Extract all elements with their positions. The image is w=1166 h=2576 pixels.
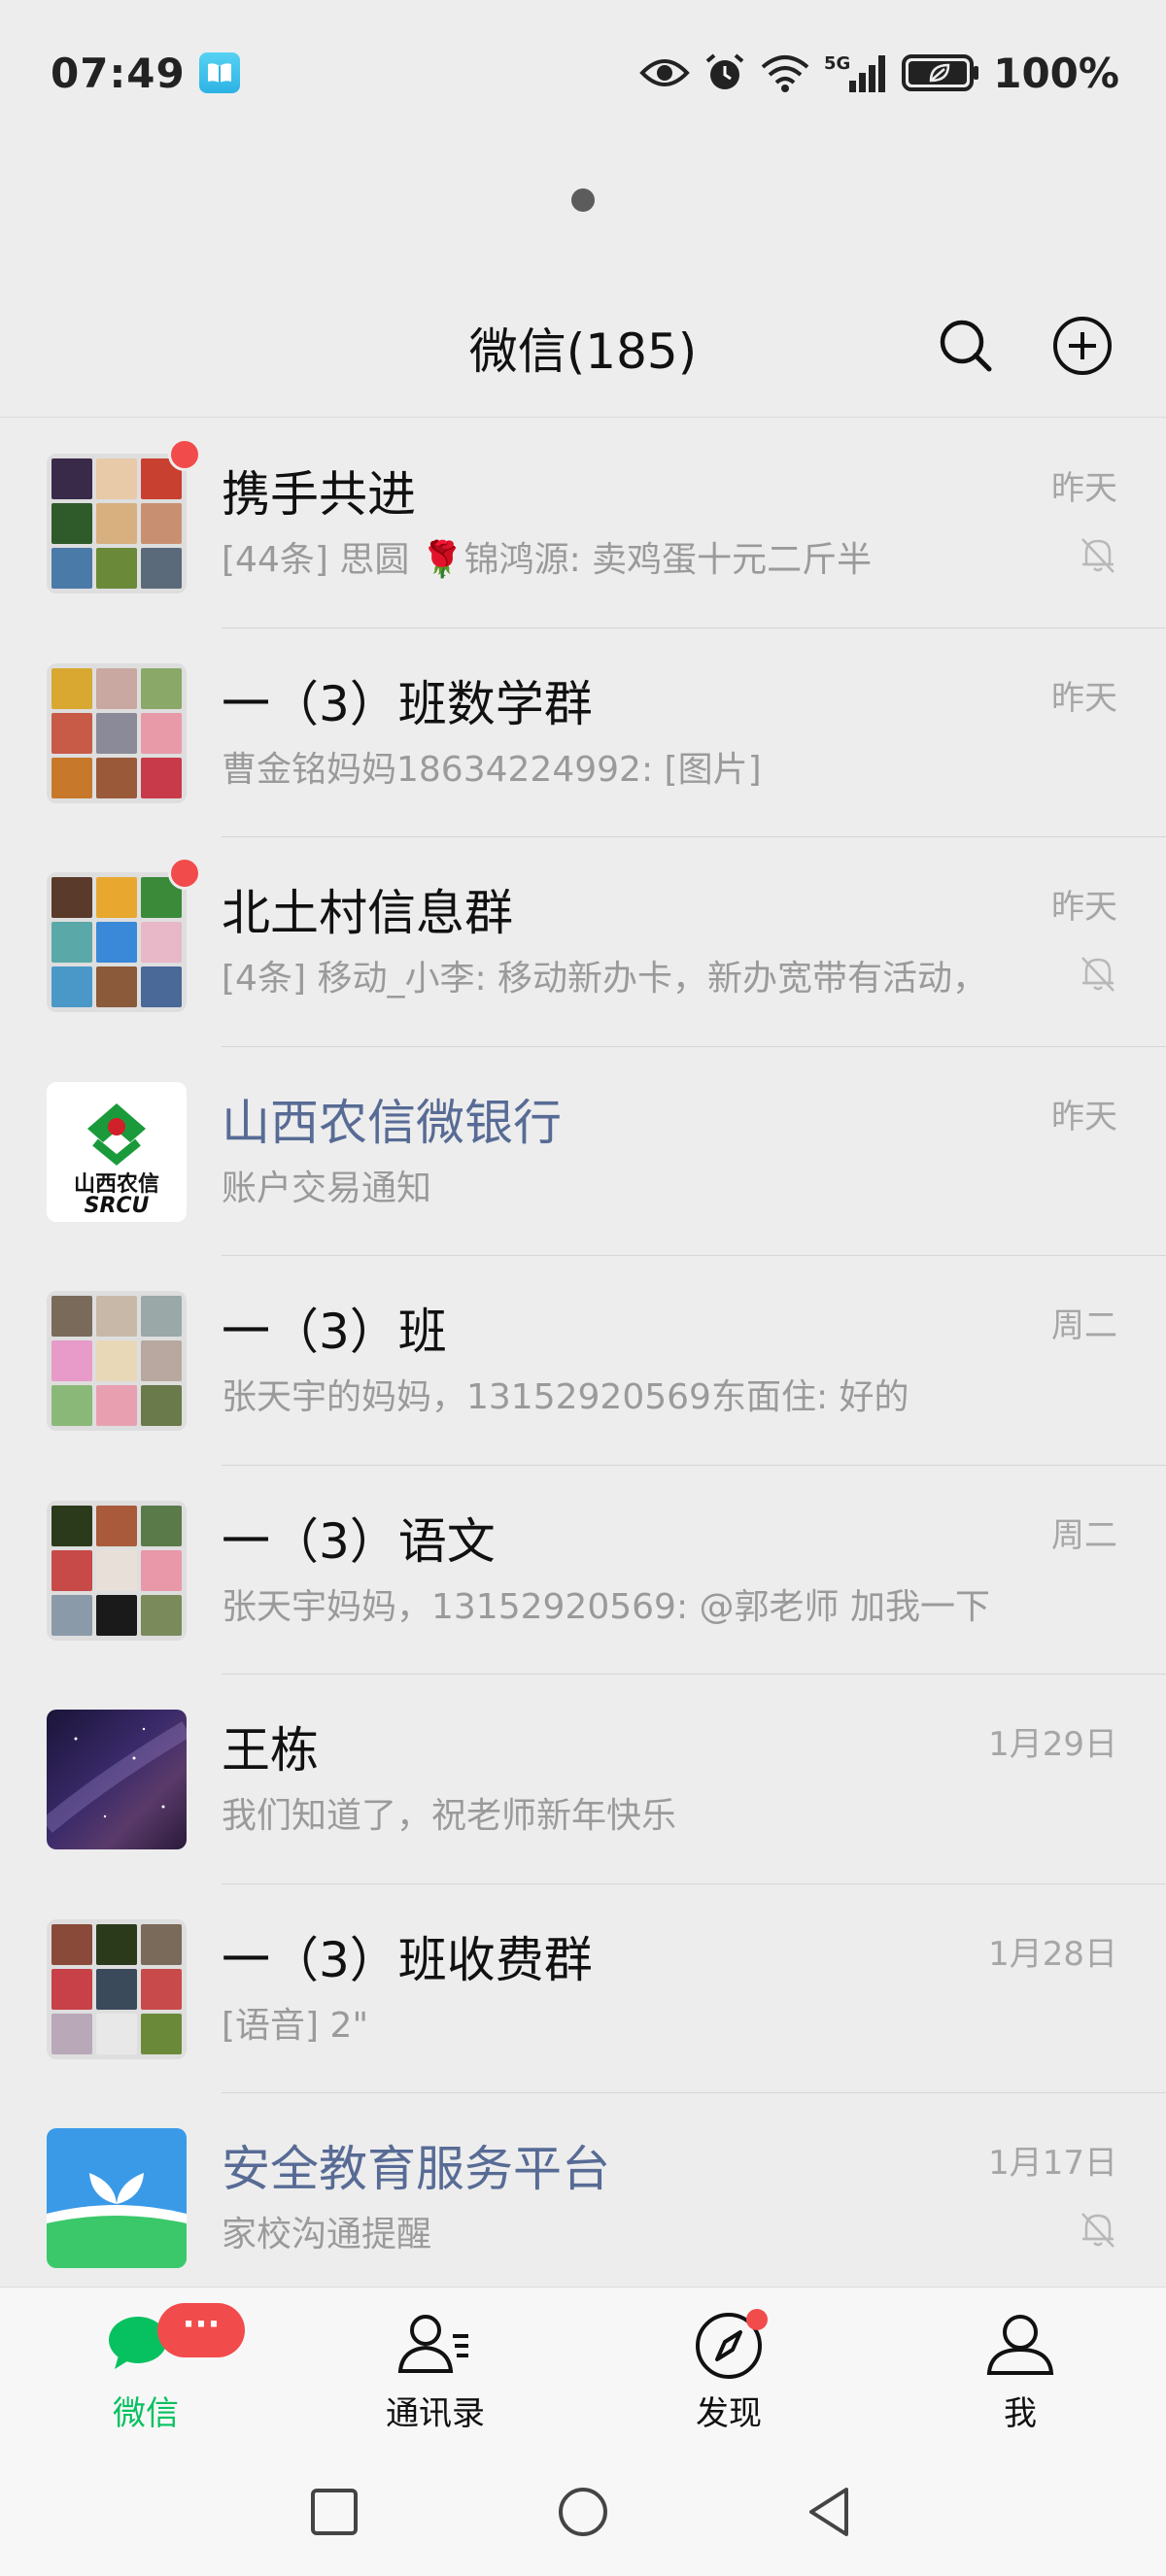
chat-time: 1月28日: [988, 1934, 1117, 1974]
tab-label: 发现: [696, 2394, 762, 2433]
page-indicator-dot: [571, 188, 595, 212]
chat-name: 王栋: [222, 1722, 319, 1779]
header: 微信(185): [0, 291, 1166, 418]
signal-5g-icon: 5G: [824, 53, 886, 92]
bank-logo-avatar: 山西农信 SRCU: [47, 1081, 187, 1222]
wifi-icon: [761, 55, 809, 92]
chat-row[interactable]: 携手共进 [44条] 思圆 🌹锦鸿源: 卖鸡蛋十元二斤半 昨天: [0, 419, 1166, 628]
group-avatar: [47, 1918, 187, 2059]
logo-subtext: SRCU: [85, 1194, 150, 1218]
tab-contacts[interactable]: 通讯录: [338, 2307, 532, 2434]
chat-time: 昨天: [1051, 469, 1117, 508]
square-icon: [311, 2489, 358, 2535]
tab-discover[interactable]: 发现: [632, 2307, 826, 2434]
chat-time: 昨天: [1051, 678, 1117, 718]
tab-me[interactable]: 我: [923, 2307, 1117, 2434]
status-left: 07:49: [51, 50, 240, 97]
discover-notification-dot: [746, 2309, 768, 2330]
mute-bell-icon: [1081, 538, 1115, 573]
group-avatar: [47, 454, 187, 593]
home-button[interactable]: [552, 2481, 614, 2543]
chat-preview: 账户交易通知: [222, 1168, 432, 1208]
system-navigation-bar: [0, 2452, 1166, 2576]
back-button[interactable]: [799, 2481, 861, 2543]
group-avatar: [47, 872, 187, 1012]
chat-time: 昨天: [1051, 888, 1117, 927]
chat-name: 北土村信息群: [222, 885, 513, 941]
search-button[interactable]: [931, 311, 1001, 381]
chat-list: 携手共进 [44条] 思圆 🌹锦鸿源: 卖鸡蛋十元二斤半 昨天 一（3）班数学群…: [0, 419, 1166, 2303]
alarm-icon: [705, 53, 744, 89]
chat-time: 1月29日: [988, 1725, 1117, 1764]
bottom-tab-bar: ··· 微信 通讯录 发现 我: [0, 2287, 1166, 2452]
chat-name: 一（3）班数学群: [222, 675, 593, 732]
plus-circle-icon: [1053, 317, 1112, 375]
status-icons: 5G 100%: [639, 50, 1119, 97]
unread-dot: [168, 438, 201, 471]
avatar: [47, 1710, 187, 1849]
unread-badge: ···: [157, 2303, 245, 2357]
tab-label: 我: [1004, 2394, 1037, 2433]
chat-time: 周二: [1051, 1306, 1117, 1345]
mute-bell-icon: [1081, 957, 1115, 992]
chat-name: 一（3）语文: [222, 1512, 496, 1570]
chat-row[interactable]: 安全教育服务平台 家校沟通提醒 1月17日: [0, 2093, 1166, 2303]
chat-row[interactable]: 一（3）班 张天宇的妈妈，13152920569东面住: 好的 周二: [0, 1256, 1166, 1466]
contacts-icon: [397, 2315, 468, 2373]
chat-preview: 家校沟通提醒: [222, 2215, 432, 2254]
tab-chats[interactable]: ··· 微信: [49, 2303, 245, 2434]
chat-preview: 张天宇妈妈，13152920569: @郭老师 加我一下: [222, 1586, 990, 1627]
chat-name: 山西农信微银行: [222, 1094, 562, 1151]
chat-preview: 张天宇的妈妈，13152920569东面住: 好的: [222, 1377, 909, 1417]
chat-preview: [44条] 思圆 🌹锦鸿源: 卖鸡蛋十元二斤半: [222, 540, 873, 580]
milky-way-photo: [47, 1721, 187, 1833]
group-avatar: [47, 1291, 187, 1431]
tab-label: 微信: [113, 2394, 179, 2433]
group-avatar: [47, 1500, 187, 1641]
chat-name: 安全教育服务平台: [222, 2141, 610, 2197]
platform-logo-avatar: [47, 2128, 187, 2268]
chat-row[interactable]: 一（3）班数学群 曹金铭妈妈18634224992: [图片] 昨天: [0, 628, 1166, 838]
mute-bell-icon: [1081, 2213, 1115, 2248]
chat-time: 周二: [1051, 1515, 1117, 1555]
chat-preview: 我们知道了，祝老师新年快乐: [222, 1796, 677, 1836]
circle-icon: [559, 2488, 607, 2536]
add-button[interactable]: [1047, 311, 1117, 381]
chat-name: 一（3）班收费群: [222, 1931, 593, 1988]
battery-icon: [902, 54, 979, 91]
chat-preview: 曹金铭妈妈18634224992: [图片]: [222, 749, 762, 790]
chat-preview: [4条] 移动_小李: 移动新办卡，新办宽带有活动，: [222, 959, 988, 999]
status-bar: 07:49 5G 100%: [0, 0, 1166, 146]
tab-label: 通讯录: [386, 2394, 485, 2433]
eye-icon: [639, 59, 691, 86]
chat-name: 一（3）班: [222, 1304, 447, 1360]
chat-row[interactable]: 一（3）语文 张天宇妈妈，13152920569: @郭老师 加我一下 周二: [0, 1466, 1166, 1676]
reader-app-icon: [198, 52, 240, 93]
chat-time: 昨天: [1051, 1097, 1117, 1136]
chat-name: 携手共进: [222, 466, 416, 523]
chat-row[interactable]: 一（3）班收费群 [语音] 2" 1月28日: [0, 1884, 1166, 2094]
chat-row[interactable]: 山西农信 SRCU 山西农信微银行 账户交易通知 昨天: [0, 1047, 1166, 1257]
srcu-logo-icon: 山西农信 SRCU: [74, 1102, 159, 1218]
sprout-icon: [47, 2173, 187, 2268]
person-icon: [986, 2315, 1054, 2375]
battery-percentage: 100%: [993, 49, 1119, 97]
recent-apps-button[interactable]: [303, 2481, 365, 2543]
search-icon: [940, 320, 992, 372]
svg-text:5G: 5G: [824, 53, 850, 74]
status-time: 07:49: [51, 49, 186, 97]
unread-dot: [168, 857, 201, 890]
chat-preview: [语音] 2": [222, 2005, 368, 2046]
back-triangle-icon: [809, 2488, 848, 2536]
chat-time: 1月17日: [988, 2144, 1117, 2183]
group-avatar: [47, 662, 187, 803]
chat-row[interactable]: 王栋 我们知道了，祝老师新年快乐 1月29日: [0, 1675, 1166, 1884]
chat-row[interactable]: 北土村信息群 [4条] 移动_小李: 移动新办卡，新办宽带有活动， 昨天: [0, 837, 1166, 1047]
